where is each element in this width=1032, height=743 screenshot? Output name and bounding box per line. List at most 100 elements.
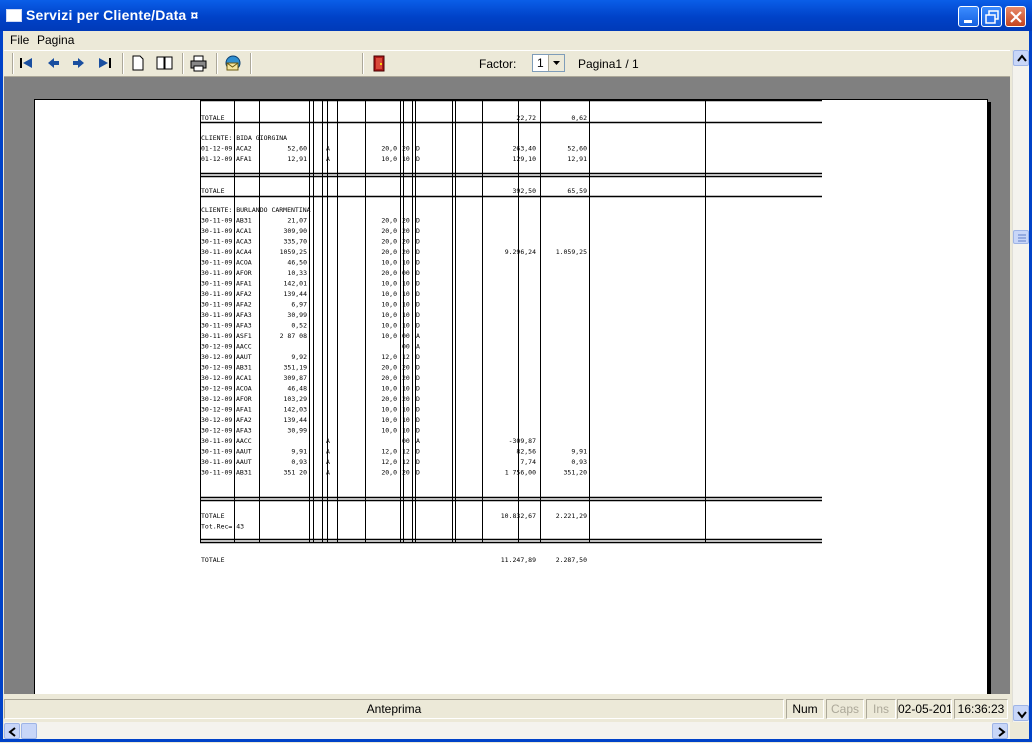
report-cell: 139,44	[284, 416, 308, 424]
close-button[interactable]	[1005, 6, 1026, 27]
menu-file[interactable]: File	[10, 33, 29, 47]
factor-value: 1	[537, 56, 544, 70]
report-cell-label: 30-11-09	[201, 322, 232, 330]
report-cell: D	[416, 385, 420, 393]
report-cell: 10,0	[381, 290, 397, 298]
report-cell-label: 01-12-09	[201, 155, 232, 163]
report-cell: D	[416, 458, 420, 466]
toolbar-separator	[362, 53, 364, 74]
window-border-left	[0, 31, 3, 742]
report-cell: 20	[402, 469, 410, 477]
report-cell-label: 30-11-09	[201, 437, 232, 445]
horizontal-scrollbar[interactable]	[4, 722, 1010, 739]
report-cell: 10,33	[287, 269, 307, 277]
exit-door-icon	[373, 55, 385, 72]
report-cell: 30,99	[287, 311, 307, 319]
restore-button[interactable]	[981, 6, 1002, 27]
report-cell: AFA1	[236, 155, 252, 163]
report-cell: 12,91	[287, 155, 307, 163]
report-cell-label: CLIENTE: BIDA GIORGINA	[201, 134, 287, 142]
report-cell-label: TOTALE	[201, 187, 225, 195]
report-cell: A	[416, 343, 420, 351]
report-cell: D	[416, 290, 420, 298]
report-cell: 20	[402, 364, 410, 372]
exit-button[interactable]	[368, 53, 390, 73]
report-cell-label: 30-12-09	[201, 343, 232, 351]
report-cell: 2 87 08	[280, 332, 307, 340]
report-cell: AB31	[236, 469, 252, 477]
scroll-left-button[interactable]	[4, 723, 20, 739]
menu-pagina[interactable]: Pagina	[37, 33, 74, 47]
last-page-button[interactable]	[94, 53, 116, 73]
report-cell: D	[416, 416, 420, 424]
status-ins: Ins	[866, 699, 896, 719]
print-button[interactable]	[188, 53, 210, 73]
report-cell: 20	[402, 227, 410, 235]
toolbar-separator	[122, 53, 124, 74]
report-cell: D	[416, 280, 420, 288]
report-cell: 20,0	[381, 238, 397, 246]
report-cell: 2.287,50	[556, 556, 587, 564]
report-cell: 10,0	[381, 280, 397, 288]
last-page-icon	[99, 58, 111, 68]
report-cell: 10,0	[381, 155, 397, 163]
report-cell: 00	[402, 343, 410, 351]
first-page-icon	[20, 58, 32, 68]
restore-icon	[985, 10, 999, 24]
report-cell: 20	[402, 217, 410, 225]
first-page-button[interactable]	[16, 53, 38, 73]
report-cell-label: CLIENTE: BURLANDO CARMENTINA	[201, 206, 311, 214]
report-cell: 0,93	[291, 458, 307, 466]
report-cell: 142,01	[284, 280, 308, 288]
single-page-button[interactable]	[127, 53, 149, 73]
report-cell: 00	[402, 332, 410, 340]
two-page-button[interactable]	[154, 53, 176, 73]
prev-page-button[interactable]	[42, 53, 64, 73]
report-cell: AFA1	[236, 406, 252, 414]
report-cell: AACC	[236, 437, 252, 445]
report-cell-label: 30-12-09	[201, 427, 232, 435]
toolbar: Factor: 1 Pagina1 / 1	[4, 50, 1010, 77]
hscroll-thumb[interactable]	[21, 723, 37, 739]
report-cell: 20	[402, 145, 410, 153]
report-cell: ACA1	[236, 374, 252, 382]
report-cell: D	[416, 248, 420, 256]
scroll-right-button[interactable]	[992, 723, 1008, 739]
report-cell: 12	[402, 448, 410, 456]
report-cell: 10	[402, 406, 410, 414]
scroll-down-button[interactable]	[1013, 705, 1029, 721]
report-cell: D	[416, 155, 420, 163]
scroll-up-button[interactable]	[1013, 50, 1029, 66]
report-cell: ACA4	[236, 248, 252, 256]
minimize-button[interactable]	[958, 6, 979, 27]
report-cell: 309,90	[284, 227, 308, 235]
factor-select[interactable]: 1	[532, 54, 565, 72]
report-cell: 9.296,24	[505, 248, 536, 256]
report-cell: D	[416, 322, 420, 330]
report-cell: 10.832,67	[501, 512, 536, 520]
report-cell: D	[416, 406, 420, 414]
report-cell: 20	[402, 248, 410, 256]
status-caps: Caps	[826, 699, 864, 719]
report-cell: A	[326, 458, 330, 466]
report-cell: 20,0	[381, 469, 397, 477]
email-button[interactable]	[222, 53, 244, 73]
chevron-down-icon	[553, 61, 560, 65]
report-cell-label: 30-11-09	[201, 448, 232, 456]
menu-bar: File Pagina	[0, 31, 1032, 49]
scroll-thumb[interactable]	[1013, 230, 1029, 244]
report-cell: 20,0	[381, 364, 397, 372]
toolbar-separator	[250, 53, 252, 74]
report-cell: 0,62	[571, 114, 587, 122]
report-cell: 10,0	[381, 311, 397, 319]
report-cell-label: 30-11-09	[201, 290, 232, 298]
vertical-scrollbar[interactable]	[1012, 50, 1030, 722]
chevron-left-icon	[8, 727, 16, 737]
report-cell: A	[326, 145, 330, 153]
next-page-button[interactable]	[68, 53, 90, 73]
report-cell: AFA1	[236, 280, 252, 288]
factor-dropdown-button[interactable]	[548, 55, 564, 71]
report-cell-label: 30-11-09	[201, 217, 232, 225]
report-cell: 20	[402, 395, 410, 403]
report-cell: D	[416, 311, 420, 319]
